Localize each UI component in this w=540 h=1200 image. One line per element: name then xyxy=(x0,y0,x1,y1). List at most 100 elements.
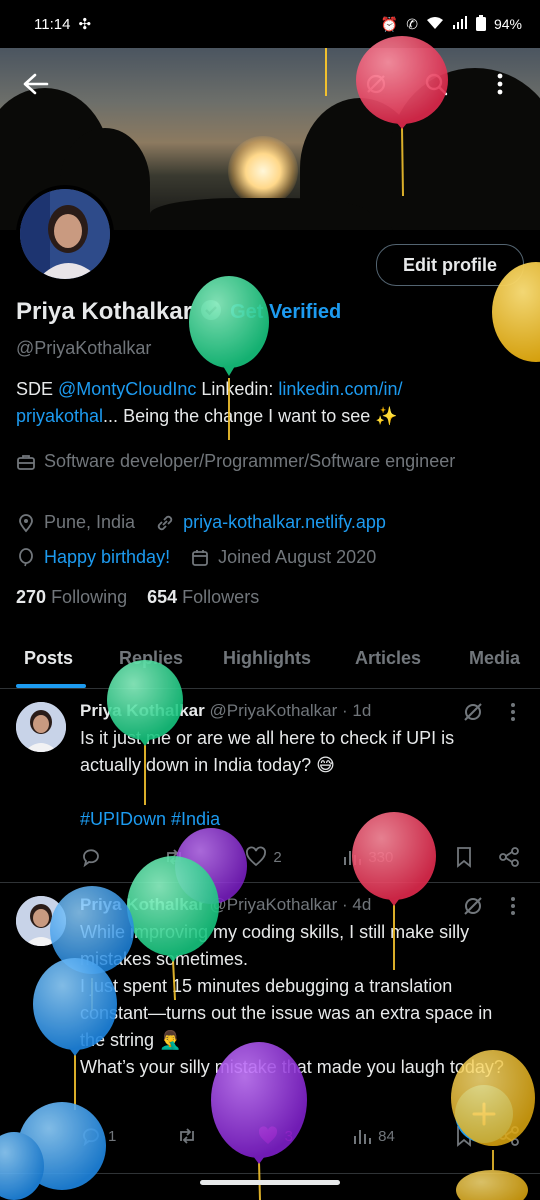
post-header: Priya Kothalkar @PriyaKothalkar · 4d xyxy=(80,895,371,915)
heart-icon xyxy=(246,846,267,867)
search-icon[interactable] xyxy=(412,60,460,108)
status-bar: 11:14 ✣ ⏰ ✆ 94% xyxy=(0,0,540,48)
calendar-icon xyxy=(192,550,208,566)
followers-label: Followers xyxy=(182,587,260,607)
view-count: 330 xyxy=(368,848,394,866)
balloon-icon xyxy=(19,548,33,567)
profile-avatar[interactable] xyxy=(16,185,114,283)
profession-row: Software developer/Programmer/Software e… xyxy=(16,448,496,475)
views-button[interactable]: 330 xyxy=(342,846,393,868)
bio-mention-link[interactable]: @MontyCloudInc xyxy=(58,379,196,399)
edit-profile-button[interactable]: Edit profile xyxy=(376,244,524,286)
profile-handle: @PriyaKothalkar xyxy=(16,338,152,358)
reply-count: 1 xyxy=(108,1127,117,1145)
follow-counts: 270 Following 654 Followers xyxy=(16,587,259,608)
post-more-icon[interactable] xyxy=(510,702,516,722)
signal-icon xyxy=(452,15,468,33)
bio-ellipsis: ... xyxy=(103,406,119,426)
views-icon xyxy=(354,1130,372,1144)
grok-icon[interactable] xyxy=(352,60,400,108)
bio-linkedin-link-2[interactable]: priyakothal xyxy=(16,406,103,426)
like-button[interactable]: 3 xyxy=(257,1125,293,1147)
bio-linkedin-link[interactable]: linkedin.com/in/ xyxy=(278,379,402,399)
tab-posts[interactable]: Posts xyxy=(24,648,73,669)
post-author-handle: @PriyaKothalkar xyxy=(209,895,338,914)
view-count: 84 xyxy=(378,1127,395,1145)
like-button[interactable]: 2 xyxy=(245,846,282,868)
post-text: Is it just me or are we all here to chec… xyxy=(80,725,520,833)
fan-icon: ✣ xyxy=(78,16,92,33)
wifi-icon xyxy=(426,16,444,33)
post-avatar[interactable] xyxy=(16,702,66,752)
profile-tabs: Posts Replies Highlights Articles Media xyxy=(0,636,540,689)
following-label: Following xyxy=(51,587,128,607)
get-verified-link[interactable]: Get Verified xyxy=(230,301,341,324)
reply-button[interactable]: 1 xyxy=(80,1125,116,1147)
home-indicator[interactable] xyxy=(200,1180,340,1185)
tab-media[interactable]: Media xyxy=(469,648,520,669)
post-avatar[interactable] xyxy=(16,896,66,946)
post-text: While improving my coding skills, I stil… xyxy=(80,919,520,1081)
repost-icon xyxy=(166,849,181,865)
birthday-text[interactable]: Happy birthday! xyxy=(44,544,170,571)
banner-sun xyxy=(228,136,298,206)
tab-replies[interactable]: Replies xyxy=(119,648,183,669)
views-button[interactable]: 84 xyxy=(352,1125,395,1147)
post-time: · 1d xyxy=(342,701,372,720)
profile-bio: SDE @MontyCloudInc Linkedin: linkedin.co… xyxy=(16,376,516,430)
following-link[interactable]: 270 Following xyxy=(16,587,127,608)
banner-hill xyxy=(150,198,370,230)
briefcase-icon xyxy=(17,455,35,470)
post-text-line: I just spent 15 minutes debugging a tran… xyxy=(80,976,493,1050)
reply-icon xyxy=(83,849,99,868)
active-tab-indicator xyxy=(16,684,86,688)
battery-level: 94% xyxy=(493,16,522,32)
post-author-name[interactable]: Priya Kothalkar xyxy=(80,895,205,914)
location-text: Pune, India xyxy=(44,512,136,532)
views-icon xyxy=(344,851,362,865)
post-text-line: What’s your silly mistake that made you … xyxy=(80,1057,504,1077)
tab-highlights[interactable]: Highlights xyxy=(223,648,311,669)
profile-name-row: Priya Kothalkar Get Verified xyxy=(16,298,341,326)
post-item[interactable]: Priya Kothalkar @PriyaKothalkar · 1d Is … xyxy=(0,689,540,883)
post-item[interactable]: Priya Kothalkar @PriyaKothalkar · 4d Whi… xyxy=(0,883,540,1174)
post-text-line: While improving my coding skills, I stil… xyxy=(80,922,470,969)
repost-button[interactable] xyxy=(163,846,185,868)
repost-button[interactable] xyxy=(176,1125,198,1147)
profile-name: Priya Kothalkar xyxy=(16,298,193,325)
bio-prefix: SDE xyxy=(16,379,59,399)
profession-text: Software developer/Programmer/Software e… xyxy=(44,451,456,471)
bio-linkedin-label: Linkedin: xyxy=(196,379,279,399)
bio-tagline: Being the change I want to see ✨ xyxy=(118,406,398,426)
tab-articles[interactable]: Articles xyxy=(355,648,421,669)
post-author-name[interactable]: Priya Kothalkar xyxy=(80,701,205,720)
battery-icon xyxy=(475,14,486,34)
followers-link[interactable]: 654 Followers xyxy=(147,587,259,608)
followers-count: 654 xyxy=(147,587,178,607)
grok-icon[interactable] xyxy=(462,895,484,917)
post-more-icon[interactable] xyxy=(510,896,516,916)
post-hashtags[interactable]: #UPIDown #India xyxy=(80,806,520,833)
like-count: 3 xyxy=(284,1127,293,1145)
post-time: · 4d xyxy=(342,895,372,914)
link-icon xyxy=(157,515,173,531)
birthday-joined-row: Happy birthday! Joined August 2020 xyxy=(16,544,376,571)
location-website-row: Pune, India priya-kothalkar.netlify.app xyxy=(16,509,386,536)
back-button[interactable] xyxy=(12,60,60,108)
grok-icon[interactable] xyxy=(462,701,484,723)
post-author-handle: @PriyaKothalkar xyxy=(209,701,338,720)
alarm-icon: ⏰ xyxy=(380,15,399,32)
status-time: 11:14 xyxy=(34,15,71,33)
plus-icon xyxy=(472,1102,496,1126)
website-link[interactable]: priya-kothalkar.netlify.app xyxy=(183,509,386,536)
location-pin-icon xyxy=(19,514,33,533)
verified-badge-icon xyxy=(200,299,222,326)
bookmark-icon[interactable] xyxy=(454,846,474,868)
post-header: Priya Kothalkar @PriyaKothalkar · 1d xyxy=(80,701,371,721)
share-icon[interactable] xyxy=(498,846,520,868)
compose-post-button[interactable] xyxy=(455,1085,513,1143)
heart-filled-icon xyxy=(258,1126,277,1144)
reply-icon xyxy=(83,1128,99,1147)
reply-button[interactable] xyxy=(80,846,102,868)
more-options-icon[interactable] xyxy=(476,60,524,108)
